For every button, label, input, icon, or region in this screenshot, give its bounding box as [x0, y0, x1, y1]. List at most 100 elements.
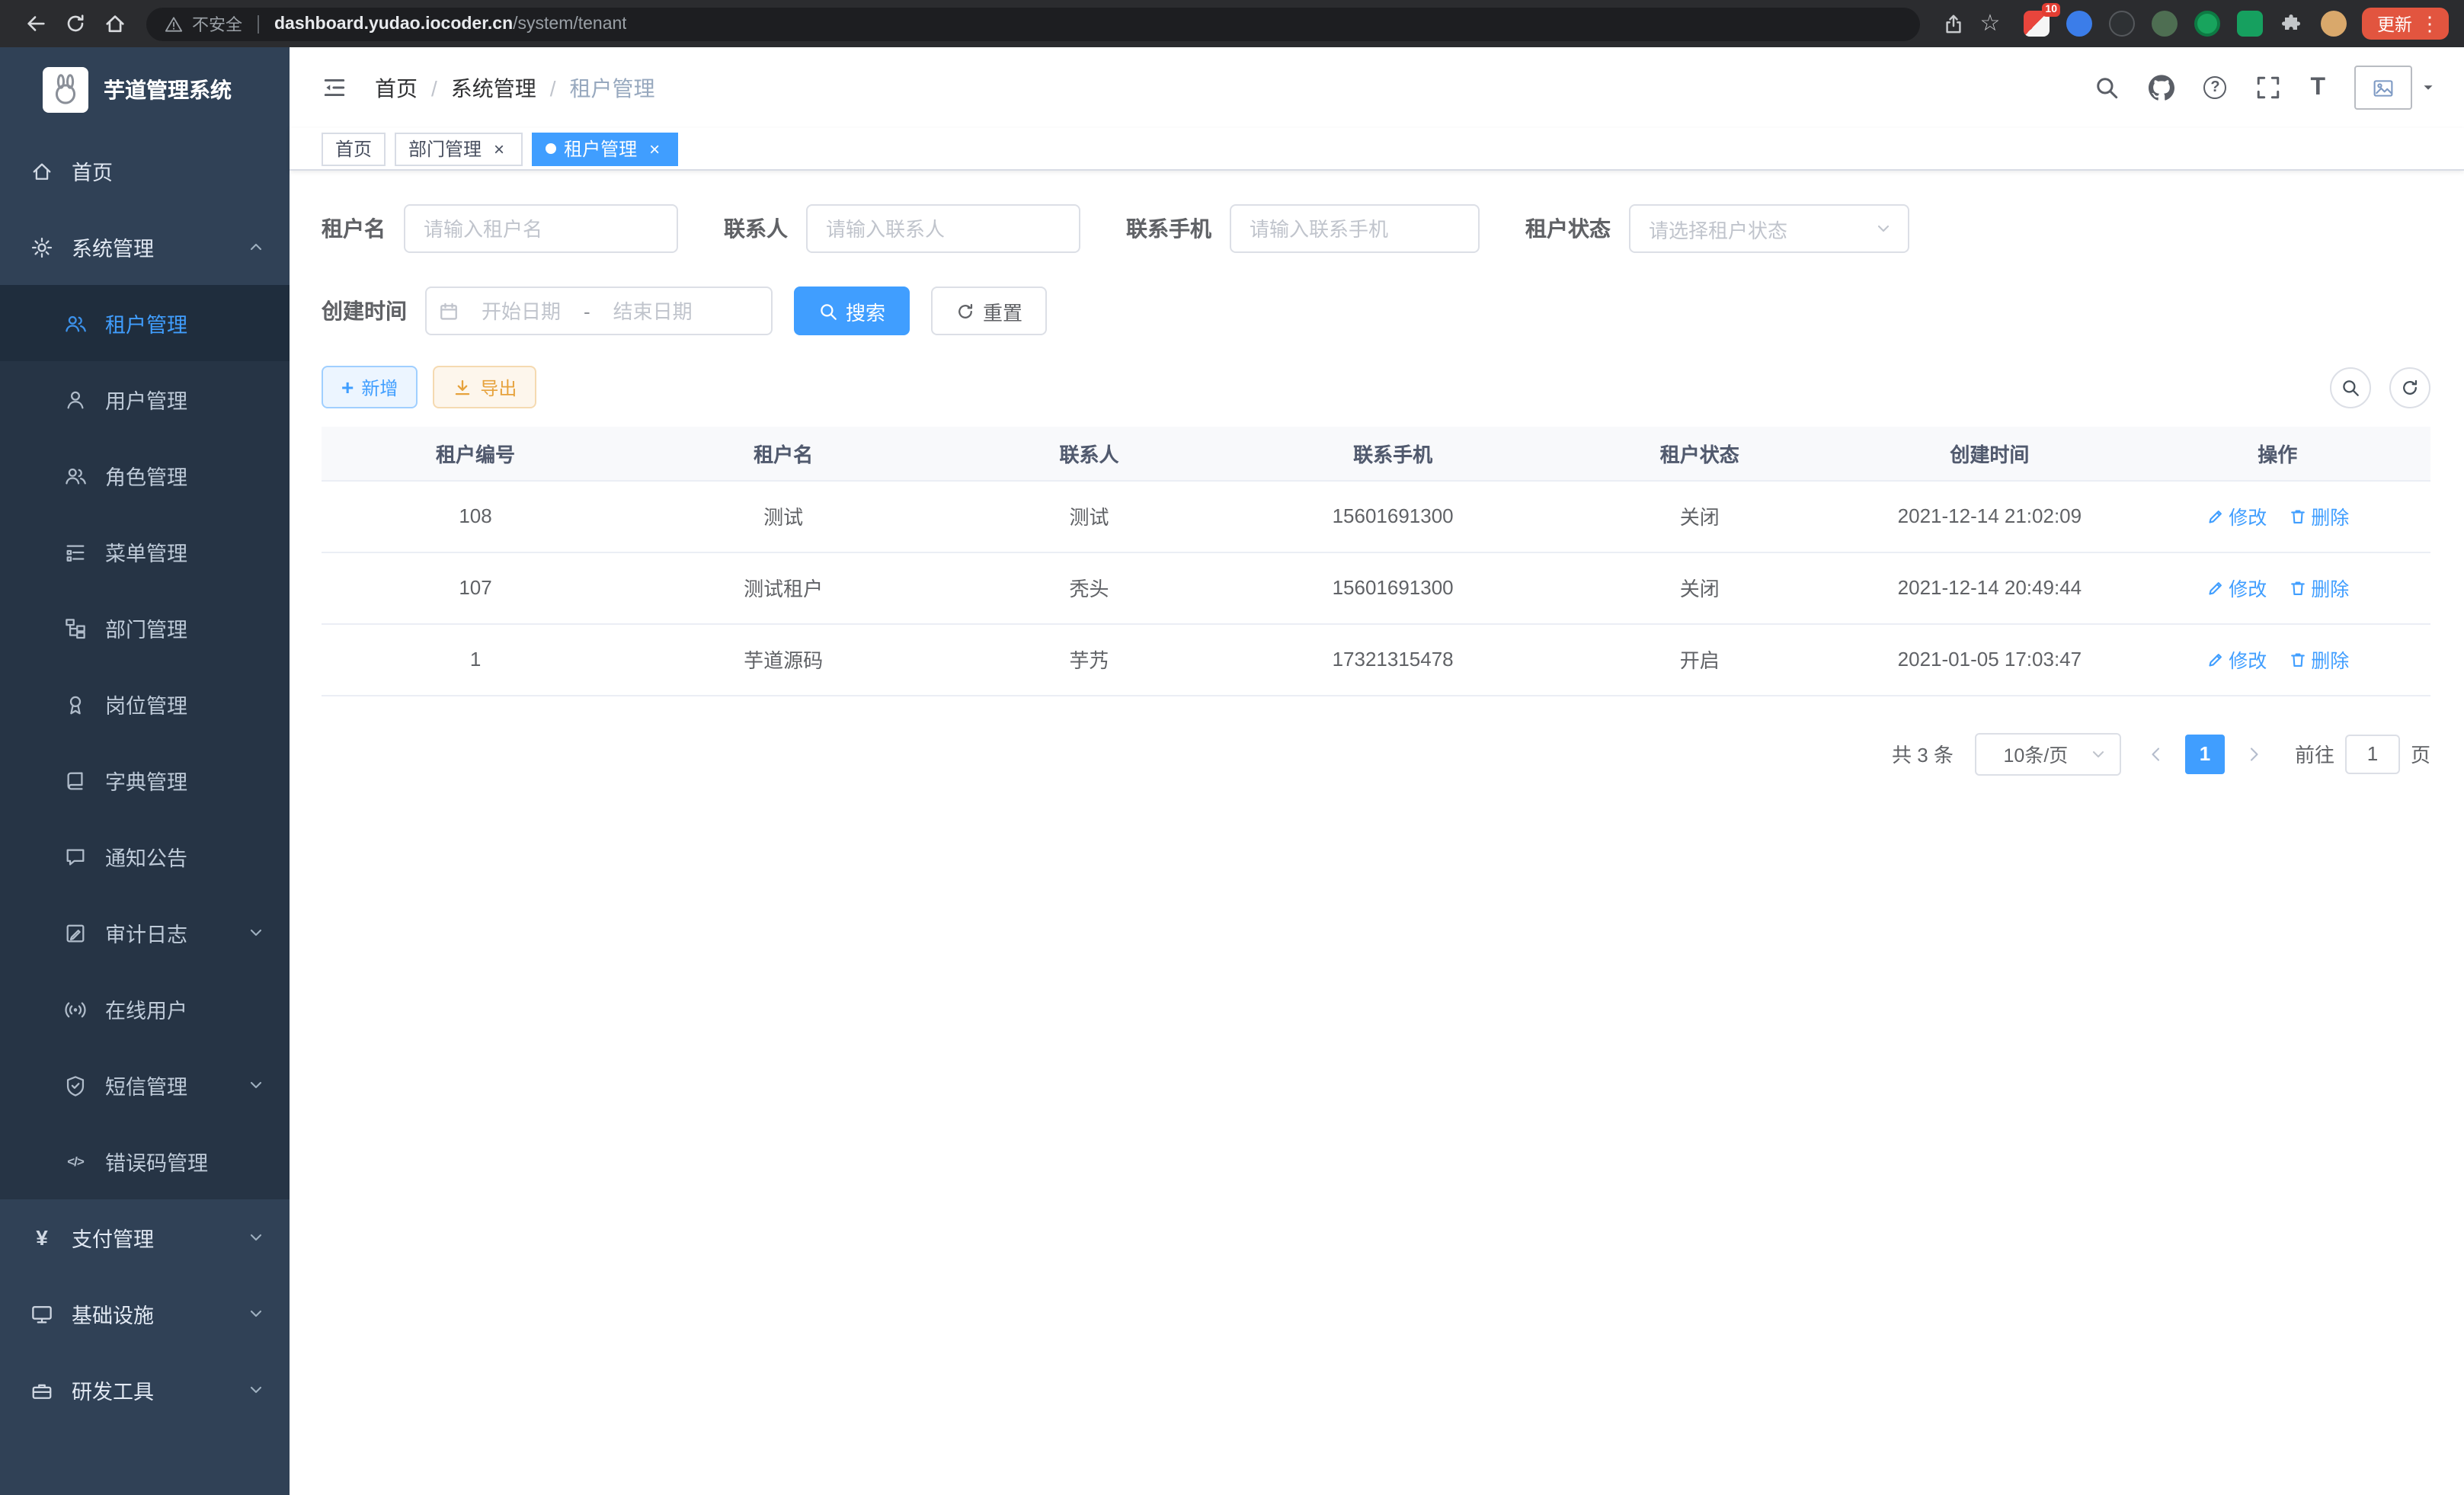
search-icon — [818, 301, 838, 321]
col-phone: 联系手机 — [1241, 427, 1545, 480]
extension-icon[interactable]: 10 — [2024, 11, 2050, 37]
goto-page-input[interactable] — [2345, 734, 2400, 773]
sidebar-item-sms[interactable]: 短信管理 — [0, 1047, 290, 1123]
status-select-placeholder: 请选择租户状态 — [1649, 214, 1874, 243]
edit-link[interactable]: 修改 — [2206, 645, 2267, 674]
fullscreen-icon[interactable] — [2255, 75, 2281, 101]
sidebar-item-notice[interactable]: 通知公告 — [0, 818, 290, 895]
yen-icon — [30, 1226, 53, 1249]
cell-tenant-name: 测试 — [629, 480, 937, 552]
cell-actions: 修改删除 — [2125, 552, 2430, 623]
extension-icon[interactable] — [2194, 11, 2220, 37]
add-button[interactable]: 新增 — [322, 366, 418, 408]
delete-link[interactable]: 删除 — [2288, 645, 2349, 674]
browser-home-icon[interactable] — [94, 4, 134, 43]
extensions-puzzle-icon[interactable] — [2280, 11, 2304, 36]
browser-profile-avatar[interactable] — [2321, 11, 2347, 37]
table-row: 1 芋道源码 芋艿 17321315478 开启 2021-01-05 17:0… — [322, 623, 2430, 695]
chevron-right-icon — [2245, 744, 2263, 763]
page-content: 租户名 联系人 联系手机 租户状态 请选择租户状态 — [290, 171, 2464, 1495]
toggle-search-button[interactable] — [2330, 367, 2371, 408]
home-icon — [30, 159, 53, 182]
edit-link[interactable]: 修改 — [2206, 573, 2267, 602]
delete-link[interactable]: 删除 — [2288, 573, 2349, 602]
sidebar-item-infra[interactable]: 基础设施 — [0, 1276, 290, 1352]
caret-down-icon — [2420, 79, 2437, 96]
browser-reload-icon[interactable] — [55, 4, 94, 43]
sidebar-item-online-user[interactable]: 在线用户 — [0, 971, 290, 1047]
close-icon[interactable] — [645, 139, 664, 158]
cell-tenant-name: 芋道源码 — [629, 623, 937, 695]
sidebar-item-system[interactable]: 系统管理 — [0, 209, 290, 285]
tag-home[interactable]: 首页 — [322, 132, 386, 165]
breadcrumb-system[interactable]: 系统管理 — [451, 72, 536, 103]
app-logo[interactable]: 芋道管理系统 — [0, 47, 290, 133]
contact-input[interactable] — [806, 204, 1080, 253]
tenant-name-input[interactable] — [404, 204, 678, 253]
sidebar-item-error-code[interactable]: 错误码管理 — [0, 1123, 290, 1199]
status-select[interactable]: 请选择租户状态 — [1629, 204, 1909, 253]
start-date-input[interactable] — [462, 299, 581, 322]
chevron-left-icon — [2147, 744, 2165, 763]
sidebar-item-home[interactable]: 首页 — [0, 133, 290, 209]
page-number-current[interactable]: 1 — [2185, 734, 2225, 773]
phone-input[interactable] — [1230, 204, 1480, 253]
screen: 不安全 dashboard.yudao.iocoder.cn/system/te… — [0, 0, 2464, 1495]
refresh-table-button[interactable] — [2389, 367, 2430, 408]
app-title: 芋道管理系统 — [104, 75, 232, 105]
end-date-input[interactable] — [594, 299, 712, 322]
browser-back-icon[interactable] — [15, 4, 55, 43]
help-icon[interactable] — [2203, 76, 2226, 99]
delete-link[interactable]: 删除 — [2288, 501, 2349, 530]
filter-row-2: 创建时间 - 搜索 重置 — [322, 287, 2430, 335]
cell-tenant-id: 107 — [322, 552, 629, 623]
tag-tenant[interactable]: 租户管理 — [532, 132, 678, 165]
edit-link[interactable]: 修改 — [2206, 501, 2267, 530]
sidebar-item-dept[interactable]: 部门管理 — [0, 590, 290, 666]
cell-status: 关闭 — [1544, 552, 1854, 623]
refresh-icon — [955, 301, 975, 321]
extension-icon[interactable] — [2066, 11, 2092, 37]
page-size-select[interactable]: 10条/页 — [1975, 732, 2121, 775]
breadcrumb-home[interactable]: 首页 — [375, 72, 418, 103]
sidebar-item-audit-log[interactable]: 审计日志 — [0, 895, 290, 971]
reset-button[interactable]: 重置 — [931, 287, 1047, 335]
cell-contact: 秃头 — [937, 552, 1241, 623]
people-icon — [64, 312, 87, 335]
sidebar-item-devtools[interactable]: 研发工具 — [0, 1352, 290, 1428]
user-avatar-menu[interactable] — [2354, 66, 2437, 110]
github-icon[interactable] — [2149, 75, 2174, 101]
address-bar[interactable]: 不安全 dashboard.yudao.iocoder.cn/system/te… — [146, 7, 1920, 40]
search-icon[interactable] — [2094, 75, 2120, 101]
close-icon[interactable] — [489, 139, 509, 158]
extension-icon[interactable] — [2152, 11, 2178, 37]
cell-phone: 15601691300 — [1241, 552, 1545, 623]
prev-page-button[interactable] — [2133, 732, 2179, 775]
sidebar-item-role[interactable]: 角色管理 — [0, 437, 290, 514]
message-icon — [64, 845, 87, 868]
search-button[interactable]: 搜索 — [794, 287, 910, 335]
col-tenant-name: 租户名 — [629, 427, 937, 480]
sidebar-item-user[interactable]: 用户管理 — [0, 361, 290, 437]
export-button[interactable]: 导出 — [433, 366, 536, 408]
chevron-down-icon — [1874, 219, 1893, 238]
hamburger-icon[interactable] — [308, 62, 360, 114]
sidebar-item-dict[interactable]: 字典管理 — [0, 742, 290, 818]
next-page-button[interactable] — [2231, 732, 2277, 775]
extension-icon[interactable] — [2109, 11, 2135, 37]
cell-phone: 17321315478 — [1241, 623, 1545, 695]
sidebar-item-menu[interactable]: 菜单管理 — [0, 514, 290, 590]
extension-icon[interactable] — [2237, 11, 2263, 37]
sidebar-item-payment[interactable]: 支付管理 — [0, 1199, 290, 1276]
date-range-picker[interactable]: - — [425, 287, 773, 335]
sidebar-item-post[interactable]: 岗位管理 — [0, 666, 290, 742]
tag-dept[interactable]: 部门管理 — [395, 132, 523, 165]
browser-update-button[interactable]: 更新 — [2362, 8, 2449, 40]
sidebar-item-tenant[interactable]: 租户管理 — [0, 285, 290, 361]
chevron-down-icon — [2089, 744, 2107, 763]
contact-label: 联系人 — [724, 213, 788, 244]
font-size-icon[interactable] — [2310, 75, 2325, 100]
share-icon[interactable] — [1935, 5, 1972, 42]
bookmark-star-icon[interactable] — [1972, 5, 2008, 42]
create-time-label: 创建时间 — [322, 296, 407, 326]
